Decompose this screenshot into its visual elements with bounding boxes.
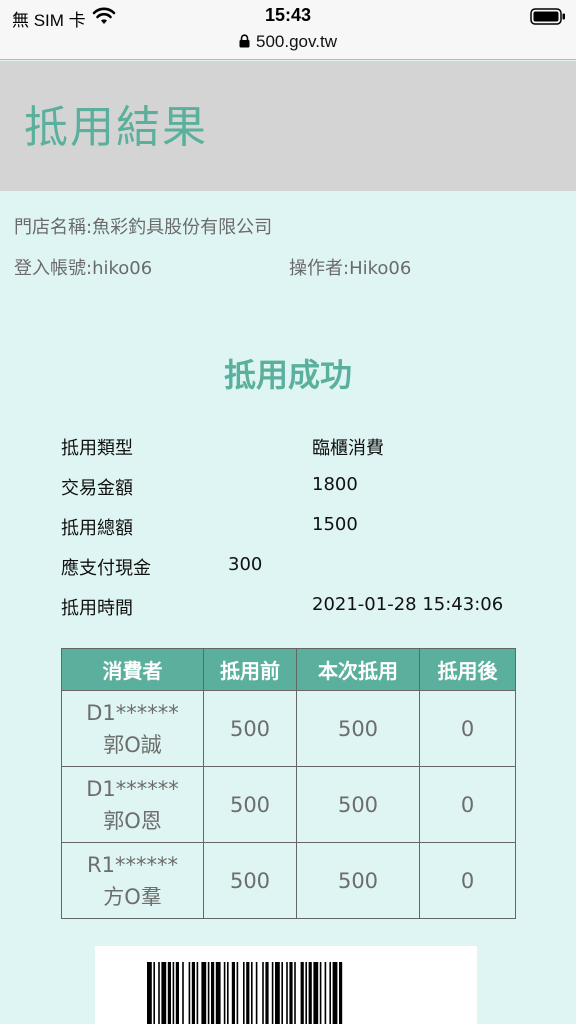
consumer-name: 方O羣 [103,884,162,909]
consumer-name: 郭O誠 [103,732,162,757]
battery-icon [530,8,565,25]
amount-label: 交易金額 [61,478,133,499]
consumer-cell: D1****** 郭O恩 [61,766,204,843]
consumer-id: R1****** [87,852,178,877]
browser-status-bar: 無 SIM 卡 15:43 500.gov.tw [0,0,576,60]
table-row: D1****** 郭O誠 500 500 0 [61,690,516,767]
type-label: 抵用類型 [61,438,133,459]
header-after: 抵用後 [419,648,516,691]
header-consumer: 消費者 [61,648,204,691]
used-cell: 500 [296,766,420,843]
before-cell: 500 [203,842,297,919]
page-header: 抵用結果 [0,61,576,191]
used-cell: 500 [296,842,420,919]
operator-name: 操作者:Hiko06 [289,258,412,279]
consumer-cell: R1****** 方O羣 [61,842,204,919]
clock: 15:43 [264,5,312,25]
header-used: 本次抵用 [296,648,420,691]
login-account: 登入帳號:hiko06 [14,258,153,279]
barcode-card [95,946,477,1024]
after-cell: 0 [419,842,516,919]
table-row: D1****** 郭O恩 500 500 0 [61,766,516,843]
cash-value: 300 [228,554,263,575]
before-cell: 500 [203,766,297,843]
after-cell: 0 [419,766,516,843]
type-value: 臨櫃消費 [312,438,384,459]
success-heading: 抵用成功 [223,356,352,394]
consumer-name: 郭O恩 [103,808,162,833]
time-label: 抵用時間 [61,598,133,619]
after-cell: 0 [419,690,516,767]
total-label: 抵用總額 [61,518,133,539]
time-value: 2021-01-28 15:43:06 [312,594,504,615]
store-name: 門店名稱:魚彩釣具股份有限公司 [14,217,273,238]
url-text: 500.gov.tw [256,32,337,51]
before-cell: 500 [203,690,297,767]
barcode-icon [147,962,343,1024]
consumer-id: D1****** [86,776,179,801]
header-before: 抵用前 [203,648,297,691]
lock-icon [239,34,250,48]
redemption-table: 消費者 抵用前 本次抵用 抵用後 D1****** 郭O誠 500 500 0 … [61,648,516,919]
consumer-cell: D1****** 郭O誠 [61,690,204,767]
used-cell: 500 [296,690,420,767]
page-title: 抵用結果 [24,102,208,153]
cash-label: 應支付現金 [61,558,151,579]
consumer-id: D1****** [86,700,179,725]
address-bar[interactable]: 500.gov.tw [0,32,576,52]
total-value: 1500 [312,514,358,535]
amount-value: 1800 [312,474,358,495]
table-row: R1****** 方O羣 500 500 0 [61,842,516,919]
table-header-row: 消費者 抵用前 本次抵用 抵用後 [61,648,516,691]
